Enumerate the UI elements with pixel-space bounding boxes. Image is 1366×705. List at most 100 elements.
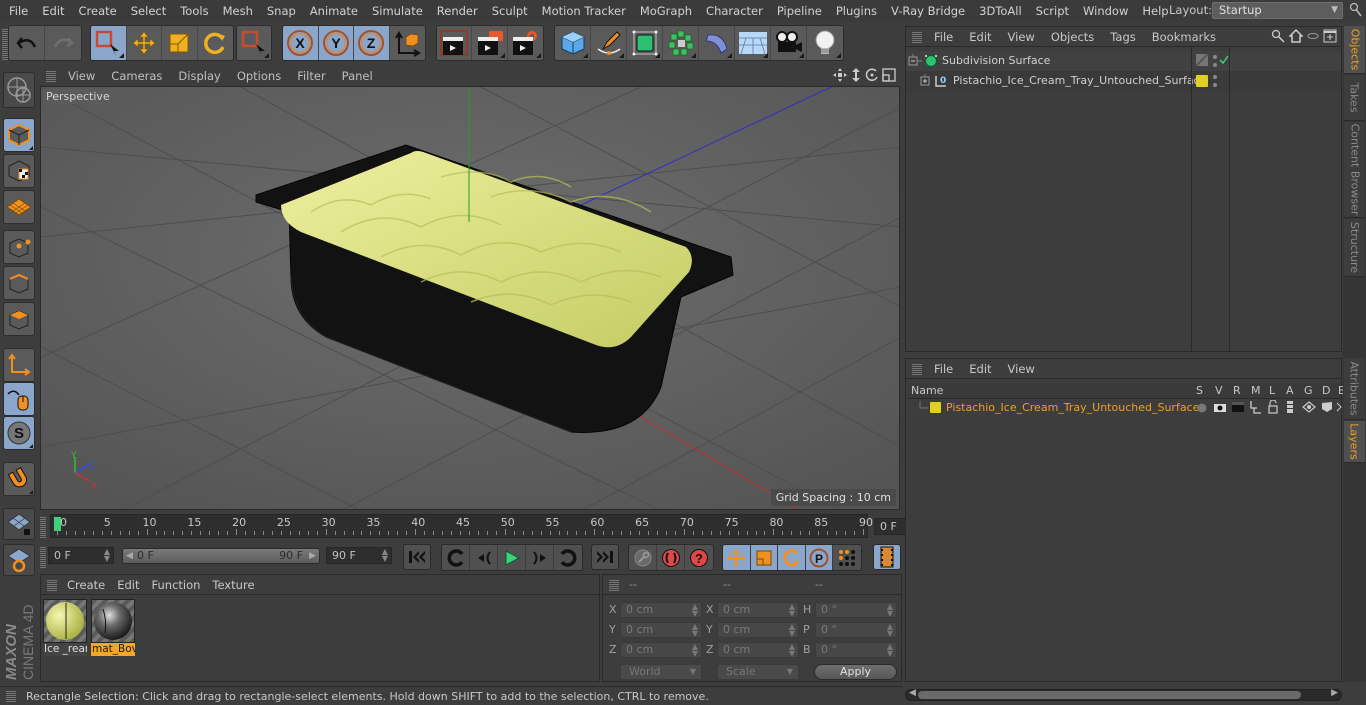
layer-row[interactable]: Pistachio_Ice_Cream_Tray_Untouched_Surfa… — [908, 399, 1342, 417]
render-picture-viewer-button[interactable] — [472, 26, 508, 60]
z-axis-button[interactable]: Z — [354, 26, 390, 60]
layer-grip[interactable] — [912, 363, 922, 375]
object-row[interactable]: Subdivision Surface — [906, 51, 1341, 71]
rotate-view-icon[interactable] — [865, 68, 879, 82]
range-right-arrow-icon[interactable]: ▶ — [309, 549, 316, 563]
column-divider[interactable] — [1229, 47, 1230, 352]
object-menu-edit[interactable]: Edit — [961, 30, 999, 44]
size-x-field[interactable]: 0 cm ▲ ▼ — [717, 602, 799, 618]
object-menu-bookmarks[interactable]: Bookmarks — [1144, 30, 1224, 44]
column-animation[interactable]: A — [1286, 384, 1294, 397]
x-axis-button[interactable]: X — [283, 26, 319, 60]
start-frame-field[interactable]: 0 F ▲ ▼ — [48, 547, 114, 564]
size-y-field[interactable]: 0 cm ▲ ▼ — [717, 622, 799, 638]
go-to-end-button[interactable] — [591, 544, 619, 570]
menu-vray-bridge[interactable]: V-Ray Bridge — [884, 4, 972, 18]
prev-frame-button[interactable] — [470, 545, 498, 570]
rectangle-selection-button[interactable] — [91, 26, 127, 60]
polygons-mode-button[interactable] — [3, 302, 35, 336]
scroll-left-icon[interactable]: ◀ — [909, 688, 916, 698]
menu-snap[interactable]: Snap — [260, 4, 303, 18]
menu-window[interactable]: Window — [1076, 4, 1135, 18]
material-item[interactable]: mat_Bov — [91, 599, 135, 657]
menu-animate[interactable]: Animate — [303, 4, 365, 18]
y-axis-button[interactable]: Y — [318, 26, 354, 60]
visibility-dots-icon[interactable] — [1212, 53, 1218, 69]
column-render[interactable]: R — [1233, 384, 1241, 397]
range-left-arrow-icon[interactable]: ◀ — [126, 549, 133, 563]
tab-attributes[interactable]: Attributes — [1344, 358, 1365, 420]
column-name[interactable]: Name — [911, 384, 943, 397]
layer-color-swatch[interactable] — [1195, 53, 1209, 67]
object-name[interactable]: Pistachio_Ice_Cream_Tray_Untouched_Surfa… — [953, 74, 1206, 87]
camera-button[interactable] — [771, 26, 807, 60]
viewport-grip[interactable] — [46, 70, 56, 82]
pan-view-icon[interactable] — [833, 68, 847, 82]
solo-mode-button[interactable]: S — [3, 416, 35, 450]
layer-color-swatch[interactable] — [1196, 75, 1208, 87]
viewport-menu-view[interactable]: View — [60, 69, 103, 83]
3d-viewport[interactable]: Y Z X Perspective Grid Spacing : 10 cm — [40, 86, 900, 510]
menu-render[interactable]: Render — [430, 4, 485, 18]
column-solo[interactable]: S — [1196, 384, 1203, 397]
lock-icon[interactable] — [1267, 400, 1279, 414]
menu-pipeline[interactable]: Pipeline — [770, 4, 829, 18]
enabled-check-icon[interactable] — [1219, 55, 1229, 65]
pos-z-field[interactable]: 0 cm ▲ ▼ — [620, 642, 702, 658]
live-selection-button[interactable] — [237, 26, 271, 60]
maximize-view-icon[interactable] — [882, 68, 896, 82]
object-menu-view[interactable]: View — [1000, 30, 1043, 44]
model-mode-button[interactable] — [3, 118, 35, 152]
timeline-window-button[interactable] — [873, 544, 901, 570]
menu-mesh[interactable]: Mesh — [216, 4, 260, 18]
apply-button[interactable]: Apply — [814, 664, 897, 680]
timeline-ruler[interactable]: 0 5 10 15 20 25 30 35 40 45 50 55 60 65 70 75 80 85 90 — [50, 514, 873, 538]
scroll-right-icon[interactable]: ▶ — [1331, 688, 1338, 698]
collapse-icon[interactable] — [908, 54, 922, 68]
column-divider[interactable] — [1191, 47, 1192, 352]
layer-color-swatch[interactable] — [930, 402, 941, 413]
menu-plugins[interactable]: Plugins — [829, 4, 884, 18]
tweak-mode-button[interactable] — [3, 382, 35, 416]
material-menu-edit[interactable]: Edit — [111, 578, 145, 592]
animation-icon[interactable] — [1286, 400, 1294, 414]
scale-button[interactable] — [162, 26, 198, 60]
material-grip[interactable] — [47, 579, 57, 591]
workplane-snap-button[interactable] — [3, 508, 35, 540]
column-deformers[interactable]: D — [1322, 384, 1330, 397]
menu-create[interactable]: Create — [72, 4, 124, 18]
key-pla-button[interactable] — [833, 545, 861, 570]
material-menu-create[interactable]: Create — [61, 578, 111, 592]
tab-structure[interactable]: Structure — [1344, 219, 1365, 277]
column-view[interactable]: V — [1215, 384, 1223, 397]
generator-icon[interactable] — [1302, 401, 1316, 413]
object-menu-tags[interactable]: Tags — [1102, 30, 1143, 44]
tab-takes[interactable]: Takes — [1344, 75, 1365, 121]
points-mode-button[interactable] — [3, 230, 35, 264]
key-parameter-button[interactable]: P — [805, 545, 834, 570]
redo-button[interactable] — [45, 26, 81, 60]
coordinate-space-dropdown[interactable]: World ▼ — [620, 664, 702, 680]
render-view-button[interactable] — [437, 26, 473, 60]
transport-grip[interactable] — [40, 546, 46, 568]
texture-mode-button[interactable] — [3, 154, 35, 188]
record-keys-button[interactable] — [629, 545, 657, 570]
viewport-menu-cameras[interactable]: Cameras — [103, 69, 170, 83]
column-locked[interactable]: L — [1269, 384, 1275, 397]
render-settings-button[interactable] — [508, 26, 543, 60]
viewport-menu-display[interactable]: Display — [170, 69, 228, 83]
menu-edit[interactable]: Edit — [35, 4, 71, 18]
home-icon[interactable] — [1289, 29, 1303, 43]
layer-horizontal-scrollbar[interactable]: ◀ ▶ — [905, 688, 1342, 701]
coordinate-system-button[interactable] — [390, 26, 425, 60]
end-frame-field[interactable]: 90 F ▲ ▼ — [326, 547, 392, 564]
menu-mograph[interactable]: MoGraph — [633, 4, 699, 18]
viewport-menu-panel[interactable]: Panel — [334, 69, 381, 83]
next-key-button[interactable] — [554, 545, 582, 570]
render-clapper-icon[interactable] — [1231, 401, 1245, 413]
expression-icon[interactable] — [1336, 402, 1342, 412]
menu-script[interactable]: Script — [1029, 4, 1076, 18]
autokey-button[interactable] — [657, 545, 685, 570]
cube-button[interactable] — [555, 26, 591, 60]
menu-sculpt[interactable]: Sculpt — [485, 4, 535, 18]
